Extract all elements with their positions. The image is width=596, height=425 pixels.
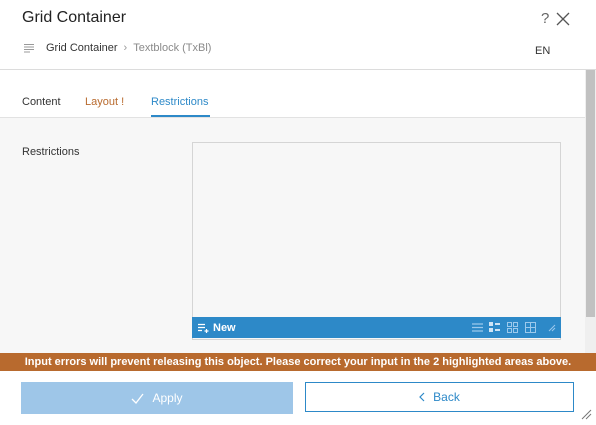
restrictions-label: Restrictions <box>22 146 80 158</box>
tree-view-icon[interactable] <box>489 322 500 333</box>
new-button-label: New <box>213 321 236 334</box>
help-icon[interactable]: ? <box>541 11 549 27</box>
grid-view-icon[interactable] <box>507 322 518 333</box>
add-list-icon <box>198 323 209 333</box>
breadcrumb: Grid Container › Textblock (TxBl) <box>24 42 211 54</box>
new-button[interactable]: New <box>198 317 236 338</box>
tab-bar: Content Layout ! Restrictions <box>0 70 585 118</box>
resize-icon[interactable] <box>548 324 556 332</box>
active-tab-indicator <box>151 115 210 117</box>
tab-content[interactable]: Content <box>22 96 61 108</box>
scrollbar-thumb[interactable] <box>586 70 595 317</box>
tile-view-icon[interactable] <box>525 322 536 333</box>
window-resize-handle-icon[interactable] <box>580 408 592 420</box>
dialog-body: Content Layout ! Restrictions Restrictio… <box>0 70 585 353</box>
restrictions-editor[interactable] <box>192 142 561 340</box>
checkmark-icon <box>132 393 144 404</box>
dialog-title: Grid Container <box>22 9 127 26</box>
tab-layout[interactable]: Layout ! <box>85 96 124 108</box>
apply-button-label: Apply <box>152 391 183 405</box>
close-icon[interactable] <box>555 11 571 27</box>
lines-icon <box>24 44 34 53</box>
breadcrumb-separator: › <box>123 42 128 54</box>
chevron-left-icon <box>419 392 425 402</box>
editor-toolbar: New <box>192 317 561 338</box>
dialog-header: Grid Container ? Grid Container › Textbl… <box>0 0 596 70</box>
apply-button[interactable]: Apply <box>21 382 293 414</box>
dialog-footer: Apply Back <box>0 371 596 425</box>
breadcrumb-item-textblock: Textblock (TxBl) <box>133 42 212 54</box>
error-message-bar: Input errors will prevent releasing this… <box>0 353 596 371</box>
back-button[interactable]: Back <box>305 382 574 412</box>
tab-restrictions[interactable]: Restrictions <box>151 96 208 108</box>
back-button-label: Back <box>433 390 460 404</box>
list-view-icon[interactable] <box>472 322 483 333</box>
breadcrumb-item-grid-container[interactable]: Grid Container <box>46 42 118 54</box>
language-selector[interactable]: EN <box>535 45 550 57</box>
